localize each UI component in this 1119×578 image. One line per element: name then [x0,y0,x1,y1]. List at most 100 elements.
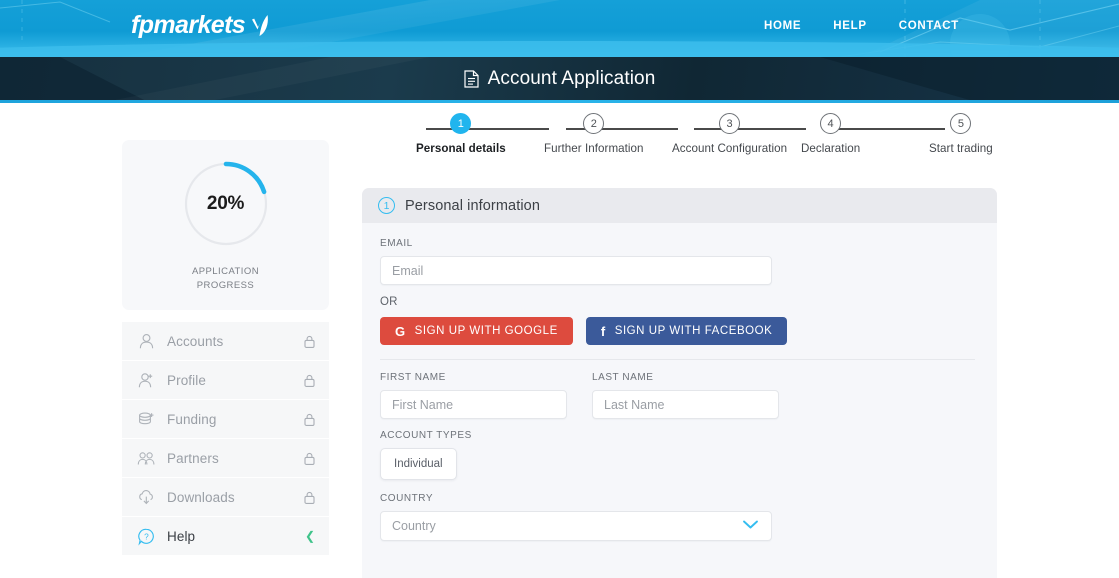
chevron-left-icon: ❮ [304,529,315,543]
personal-information-panel: 1 Personal information EMAIL Email OR G … [362,188,997,578]
sidebar-item-lock [304,335,315,348]
google-button-label: SIGN UP WITH GOOGLE [414,325,558,337]
sidebar-item-label: Partners [167,450,219,466]
nav-link-contact[interactable]: CONTACT [899,20,959,32]
or-separator: OR [380,296,398,308]
email-label: EMAIL [380,238,413,249]
sidebar-item-lock [304,374,315,387]
progress-caption-line1: APPLICATION [191,266,260,278]
first-name-placeholder: First Name [392,397,454,412]
help-bubble-icon: ? [137,527,156,546]
sidebar-item-label: Help [167,528,196,544]
panel-header: 1 Personal information [362,188,997,223]
lock-icon [304,491,315,504]
chevron-down-icon [742,519,759,533]
sign-up-with-google-button[interactable]: G SIGN UP WITH GOOGLE [380,317,573,345]
google-icon: G [395,323,406,339]
leaf-mark-icon [249,12,271,38]
cloud-down-icon [137,488,156,507]
svg-text:?: ? [144,531,149,541]
email-input[interactable]: Email [380,256,772,285]
nav-link-home[interactable]: HOME [764,20,801,32]
header-wave [0,41,1119,57]
first-name-label: FIRST NAME [380,372,446,383]
sidebar-item-downloads[interactable]: Downloads [122,478,329,516]
document-icon [464,69,479,88]
step-label: Account Configuration [672,142,788,155]
coins-icon [137,410,156,429]
lock-icon [304,374,315,387]
lock-icon [304,452,315,465]
user-icon [137,332,156,351]
step-number: 2 [583,113,605,134]
stepper-step-5[interactable]: 5 Start trading [929,113,993,155]
site-header: fpmarkets HOME HELP CONTACT [0,0,1119,57]
facebook-icon: f [600,323,606,339]
country-label: COUNTRY [380,493,434,504]
country-group: COUNTRY Country [380,493,975,541]
step-label: Personal details [416,142,506,155]
sidebar-item-help[interactable]: ? Help ❮ [122,517,329,555]
social-signup-row: G SIGN UP WITH GOOGLE f SIGN UP WITH FAC… [380,317,975,345]
step-number: 4 [820,113,842,134]
sidebar-menu: Accounts Profile Funding Partners Downlo… [122,322,329,555]
top-navigation: HOME HELP CONTACT [764,20,959,32]
section-divider [380,359,975,360]
sidebar-item-lock [304,413,315,426]
nav-link-help[interactable]: HELP [833,20,866,32]
first-name-group: FIRST NAME First Name [380,372,567,419]
step-number: 1 [450,113,472,134]
country-select[interactable]: Country [380,511,772,541]
step-label: Start trading [929,142,993,155]
step-number: 3 [719,113,741,134]
sidebar-item-label: Accounts [167,333,224,349]
last-name-label: LAST NAME [592,372,654,383]
step-label: Declaration [801,142,861,155]
sidebar-item-funding[interactable]: Funding [122,400,329,438]
application-stepper: 1 Personal details 2 Further Information… [376,113,993,161]
page-body: 20% APPLICATION PROGRESS Accounts Profil… [0,103,1119,578]
sidebar-item-lock [304,452,315,465]
last-name-input[interactable]: Last Name [592,390,779,419]
last-name-placeholder: Last Name [604,397,665,412]
lock-icon [304,413,315,426]
panel-title: Personal information [405,197,540,214]
step-label: Further Information [544,142,644,155]
account-type-option-label: Individual [394,458,443,470]
stepper-step-3[interactable]: 3 Account Configuration [672,113,787,155]
application-progress-card: 20% APPLICATION PROGRESS [122,140,329,310]
email-input-placeholder: Email [392,263,424,278]
sidebar-item-profile[interactable]: Profile [122,361,329,399]
sidebar-item-label: Downloads [167,489,235,505]
users-icon [137,449,156,468]
stepper-step-4[interactable]: 4 Declaration [801,113,860,155]
left-column: 20% APPLICATION PROGRESS Accounts Profil… [122,140,329,556]
sidebar-item-partners[interactable]: Partners [122,439,329,477]
brand-logo-text: fpmarkets [131,10,246,39]
brand-logo[interactable]: fpmarkets [131,12,271,38]
sidebar-item-accounts[interactable]: Accounts [122,322,329,360]
facebook-button-label: SIGN UP WITH FACEBOOK [614,325,773,337]
sidebar-item-lock [304,491,315,504]
account-type-option-individual[interactable]: Individual [380,448,457,480]
step-number: 5 [950,113,972,134]
sign-up-with-facebook-button[interactable]: f SIGN UP WITH FACEBOOK [585,317,788,345]
last-name-group: LAST NAME Last Name [592,372,779,419]
stepper-step-1[interactable]: 1 Personal details [416,113,506,155]
first-name-input[interactable]: First Name [380,390,567,419]
stepper-step-2[interactable]: 2 Further Information [544,113,644,155]
progress-caption: APPLICATION PROGRESS [192,265,259,292]
sidebar-item-chevron[interactable]: ❮ [305,530,315,542]
progress-percent: 20% [206,193,245,215]
sidebar-item-label: Funding [167,411,217,427]
page-title: Account Application [487,67,656,89]
progress-ring: 20% [180,158,272,250]
account-types-label: ACCOUNT TYPES [380,430,472,441]
page-titlebar: Account Application [0,57,1119,103]
sidebar-item-label: Profile [167,372,206,388]
account-types-group: ACCOUNT TYPES Individual [380,430,975,480]
panel-step-badge: 1 [378,197,395,214]
panel-body: EMAIL Email OR G SIGN UP WITH GOOGLE f S… [362,223,997,541]
user-plus-icon [137,371,156,390]
country-select-placeholder: Country [392,519,436,533]
